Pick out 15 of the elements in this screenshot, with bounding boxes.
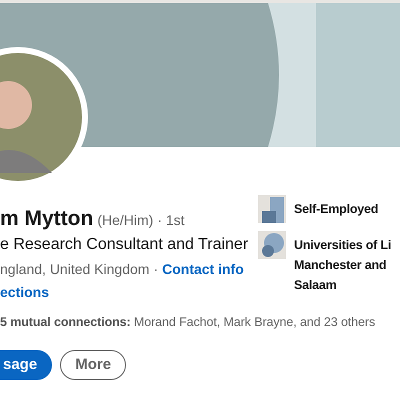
headline: e Research Consultant and Trainer	[0, 235, 250, 255]
school-name[interactable]: Universities of Li Manchester and Salaam	[294, 231, 392, 295]
location: ngland, United Kingdom	[0, 260, 150, 279]
mutual-connections[interactable]: 5 mutual connections: Morand Fachot, Mark Brayne, and 23 others	[0, 313, 396, 332]
message-button[interactable]: sage	[0, 350, 52, 380]
separator-dot: ·	[153, 260, 158, 279]
more-button[interactable]: More	[60, 350, 126, 380]
school-logo-icon	[258, 231, 286, 259]
pronouns: (He/Him)	[97, 211, 154, 230]
contact-info-link[interactable]: Contact info	[162, 259, 244, 280]
connections-link[interactable]: ections	[0, 282, 50, 303]
profile-name: m Mytton	[0, 206, 94, 232]
connection-degree: · 1st	[157, 211, 185, 230]
company-name[interactable]: Self-Employed	[294, 195, 378, 219]
company-logo-icon	[258, 195, 286, 223]
